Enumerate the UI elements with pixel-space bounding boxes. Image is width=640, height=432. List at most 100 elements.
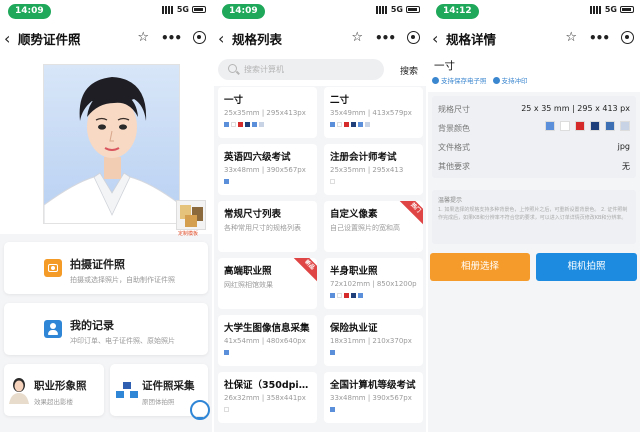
spec-name: 一寸 [434,60,455,72]
my-records-title: 我的记录 [70,319,114,332]
portrait-illustration [44,77,179,223]
spec-item[interactable]: 社保证（350dpi, ... 26x32mm | 358x441px [218,372,317,423]
network-label: 5G [390,5,403,14]
nav-actions: ☆ ••• [137,30,206,45]
spec-item-title: 社保证（350dpi, ... [224,380,311,391]
color-swatch [351,122,356,127]
spec-item-subtitle: 网红照相馆效果 [224,281,273,289]
spec-item-title: 半身职业照 [330,266,378,277]
spec-item-subtitle: 72x102mm | 850x1200px [330,280,417,288]
spec-item[interactable]: 高端职业照 网红照相馆效果 新品 [218,258,317,309]
search-button[interactable]: 搜索 [400,64,418,77]
spec-size-value: 25 x 35 mm | 295 x 413 px [521,104,630,113]
spec-item[interactable]: 半身职业照 72x102mm | 850x1200px [324,258,423,309]
color-swatch [358,122,363,127]
battery-icon [192,6,206,13]
search-input[interactable]: 搜索计算机 [218,59,384,80]
camera-capture-button[interactable]: 相机拍照 [536,253,637,281]
close-miniapp-icon[interactable] [193,31,206,44]
screen-home: 14:09 5G ‹ 顺势证件照 ☆ ••• 定制模板 拍摄证件照 拍摄或选择照… [0,0,212,432]
spec-color-swatches [224,350,311,355]
back-icon[interactable]: ‹ [432,29,446,48]
screen-spec-detail: 14:12 5G ‹ 规格详情 ☆ ••• 一寸 支持保存电子照 支持冲印 规格… [428,0,640,432]
spec-item-subtitle: 26x32mm | 358x441px [224,394,306,402]
bg-color-swatch[interactable] [545,121,555,131]
network-label: 5G [176,5,189,14]
color-swatch [330,179,335,184]
nav-bar: ‹ 规格列表 ☆ ••• [214,22,426,54]
color-swatch [224,179,229,184]
close-miniapp-icon[interactable] [407,31,420,44]
more-icon[interactable]: ••• [161,31,182,45]
status-icons: 5G [375,5,420,14]
professional-photo-title: 职业形象照 [34,380,87,392]
status-bar: 14:09 5G [0,0,212,22]
spec-item[interactable]: 大学生图像信息采集 41x54mm | 480x640px [218,315,317,366]
nav-bar: ‹ 顺势证件照 ☆ ••• [0,22,212,54]
status-time: 14:09 [222,4,265,19]
spec-item-title: 高端职业照 [224,266,272,277]
color-swatch [330,293,335,298]
spec-item[interactable]: 常规尺寸列表 各种常用尺寸的规格列表 [218,201,317,252]
color-swatch [231,122,236,127]
spec-item-title: 保险执业证 [330,323,378,334]
spec-item[interactable]: 一寸 25x35mm | 295x413px [218,87,317,138]
template-thumbnail[interactable] [176,200,206,230]
spec-color-swatches [330,407,417,412]
more-icon[interactable]: ••• [375,31,396,45]
feature-tag-print: 支持冲印 [492,75,528,85]
take-photo-card[interactable]: 拍摄证件照 拍摄或选择照片，自助制作证件照 [4,242,208,294]
more-icon[interactable]: ••• [589,31,610,45]
group-icon [116,382,138,398]
bg-color-swatch[interactable] [575,121,585,131]
spec-color-swatches [330,122,417,127]
professional-photo-card[interactable]: 职业形象照 效果超出影楼 [4,364,104,416]
spec-item-title: 注册会计师考试 [330,152,397,163]
search-bar: 搜索计算机 搜索 [214,54,426,86]
star-icon[interactable]: ☆ [137,30,149,45]
signal-icon [375,5,388,14]
spec-item[interactable]: 全国计算机等级考试 33x48mm | 390x567px [324,372,423,423]
close-miniapp-icon[interactable] [621,31,634,44]
spec-item-subtitle: 25x35mm | 295x413 [330,166,404,174]
bg-color-swatch[interactable] [560,121,570,131]
star-icon[interactable]: ☆ [351,30,363,45]
bg-color-swatch[interactable] [590,121,600,131]
my-records-card[interactable]: 我的记录 冲印订单、电子证件照、原始照片 [4,303,208,355]
status-time: 14:09 [8,4,51,19]
nav-bar: ‹ 规格详情 ☆ ••• [428,22,640,54]
tips-text: 1. 如果选择的规格支持多种背景色，上传照片之后，可重新设置背景色。 2. 证件… [438,207,628,221]
star-icon[interactable]: ☆ [565,30,577,45]
color-swatch [344,122,349,127]
sample-portrait [43,64,180,224]
spec-item[interactable]: 保险执业证 18x31mm | 210x370px [324,315,423,366]
color-swatch [365,122,370,127]
search-placeholder: 搜索计算机 [244,65,284,74]
bg-color-swatch[interactable] [620,121,630,131]
color-swatch [259,122,264,127]
spec-item[interactable]: 英语四六级考试 33x48mm | 390x567px [218,144,317,195]
template-thumbnail-image [180,205,203,227]
spec-item-subtitle: 18x31mm | 210x370px [330,337,412,345]
back-icon[interactable]: ‹ [218,29,232,48]
bg-color-swatch[interactable] [605,121,615,131]
camera-icon [44,259,62,277]
spec-item-subtitle: 各种常用尺寸的规格列表 [224,224,301,232]
other-req-label: 其他要求 [438,162,470,171]
spec-item[interactable]: 注册会计师考试 25x35mm | 295x413 [324,144,423,195]
customer-service-icon[interactable] [190,400,210,420]
professional-photo-subtitle: 效果超出影楼 [34,398,73,406]
spec-item[interactable]: 自定义像素 自己设置照片的宽和高 热门 [324,201,423,252]
album-select-button[interactable]: 相册选择 [430,253,530,281]
file-format-value: jpg [617,142,630,151]
bg-color-label: 背景颜色 [438,124,470,133]
photo-collection-card[interactable]: 证件照采集 原团体拍照 [110,364,210,420]
spec-item[interactable]: 二寸 35x49mm | 413x579px [324,87,423,138]
spec-item-subtitle: 35x49mm | 413x579px [330,109,412,117]
spec-color-swatches [224,122,311,127]
back-icon[interactable]: ‹ [4,29,18,48]
spec-item-subtitle: 33x48mm | 390x567px [224,166,306,174]
battery-icon [406,6,420,13]
take-photo-title: 拍摄证件照 [70,258,125,271]
screenshot-collage: 14:09 5G ‹ 顺势证件照 ☆ ••• 定制模板 拍摄证件照 拍摄或选择照… [0,0,640,432]
